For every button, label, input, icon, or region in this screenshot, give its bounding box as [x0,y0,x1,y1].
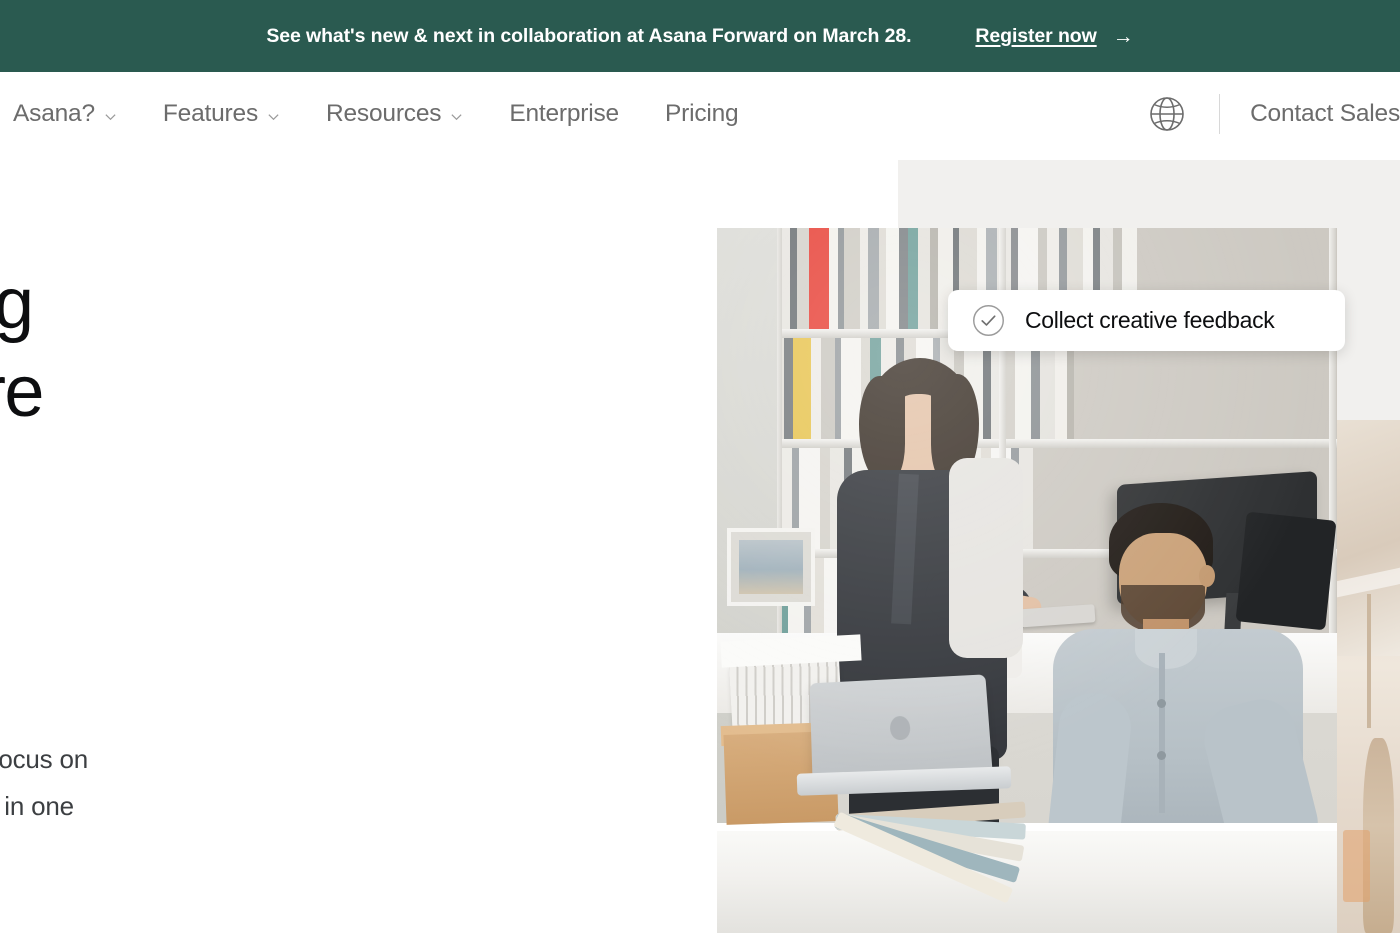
hero-copy: making rk more [0,260,330,436]
chevron-down-icon [104,110,117,123]
beige-panel-accent [1343,830,1370,903]
page-title: making rk more [0,260,330,436]
register-now-link[interactable]: Register now → [975,25,1133,48]
seated-person-collar [1135,629,1197,669]
shirt-button [1157,699,1166,708]
arrow-right-icon: → [1112,24,1134,48]
seated-person-placket [1159,653,1165,813]
nav-item-label: Features [162,100,258,127]
contact-sales-link[interactable]: Contact Sales [1250,100,1400,128]
nav-item-why-asana[interactable]: Asana? [0,72,140,156]
chevron-down-icon [267,110,280,123]
page-root: See what's new & next in collaboration a… [0,0,1400,933]
nav-item-features[interactable]: Features [140,72,303,156]
nav-links-group: Asana? Features Resources Enterprise Pri… [0,72,761,156]
hero-title-line-2: rk more [0,352,44,432]
standing-person-hair-left [859,376,905,484]
nav-item-label: Resources [326,100,442,127]
seated-person-ear [1199,565,1215,587]
hero-sub-line-2: organize work in one [0,791,74,821]
laptop-screen [809,674,993,779]
hero-sub-line-1: age projects, focus on [0,744,88,774]
nav-divider [1219,94,1221,134]
main-navigation: Asana? Features Resources Enterprise Pri… [0,72,1400,156]
nav-item-resources[interactable]: Resources [303,72,486,156]
globe-icon[interactable] [1143,90,1191,138]
nav-item-label: Enterprise [509,100,619,127]
nav-item-enterprise[interactable]: Enterprise [486,72,642,156]
nav-utility-group: Contact Sales [1143,72,1400,156]
nav-item-label: Pricing [664,100,739,127]
chair-behind-seated-person [949,458,1023,658]
announcement-banner: See what's new & next in collaboration a… [0,0,1400,72]
check-circle-icon [972,304,1005,337]
feature-chip-label: Collect creative feedback [1025,307,1275,333]
framed-picture [727,528,815,606]
laptop [796,674,1027,808]
shirt-button [1157,751,1166,760]
background-panel-beige [1337,420,1400,933]
announcement-message: See what's new & next in collaboration a… [266,24,912,47]
nav-item-label: Asana? [13,100,95,127]
register-now-label: Register now [975,24,1097,47]
hero-subtitle: age projects, focus on organize work in … [0,736,358,877]
nav-item-pricing[interactable]: Pricing [642,72,762,156]
feature-chip-card[interactable]: Collect creative feedback [948,290,1345,351]
laptop-logo [889,715,911,741]
color-swatch-fan [833,801,1029,904]
chevron-down-icon [450,110,463,123]
beige-panel-pole [1367,594,1372,728]
hero-title-line-1: making [0,264,34,344]
